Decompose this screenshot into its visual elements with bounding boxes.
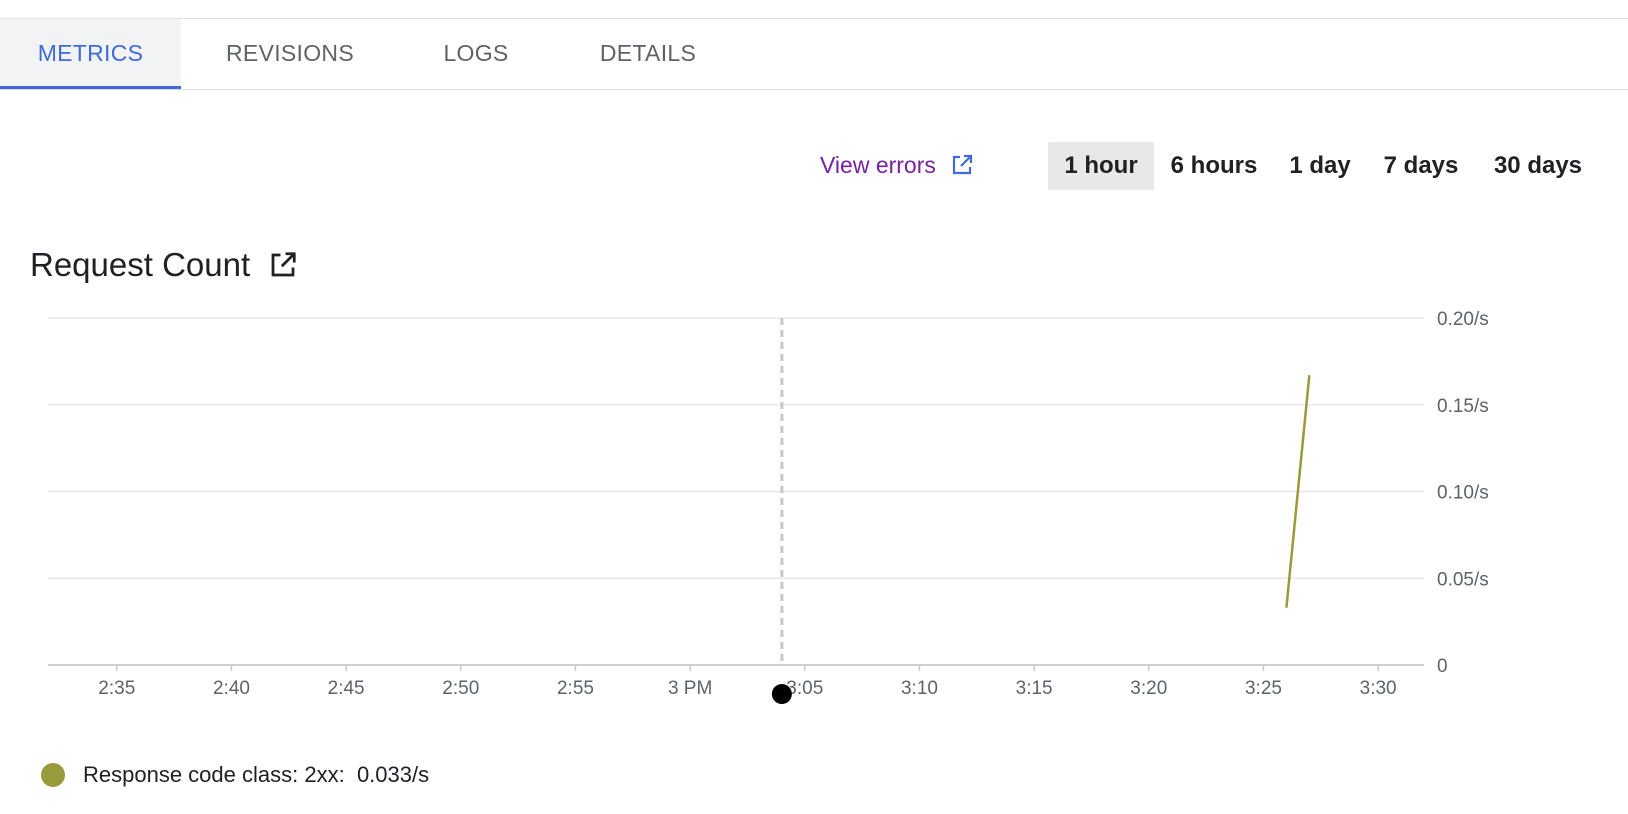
y-tick-label: 0 xyxy=(1437,656,1448,677)
tab-revisions[interactable]: REVISIONS xyxy=(200,19,380,89)
x-tick-label: 3:25 xyxy=(1245,678,1282,699)
tab-metrics[interactable]: METRICS xyxy=(0,19,181,89)
x-tick-label: 2:45 xyxy=(328,678,365,699)
legend-label: Response code class: 2xx: xyxy=(83,762,345,787)
legend-value: 0.033/s xyxy=(356,762,430,787)
request-count-chart[interactable]: 0 0.05/s 0.10/s 0.15/s 0.20/s 2:35 2:40 2:45 2:5… xyxy=(0,310,1628,730)
hover-cursor-dot xyxy=(771,684,792,704)
range-1-hour[interactable]: 1 hour xyxy=(1048,142,1154,190)
x-tick-label: 3:20 xyxy=(1130,678,1167,699)
x-tick-label: 2:40 xyxy=(213,678,250,699)
x-tick-label: 2:35 xyxy=(98,678,135,699)
x-tick-label: 3:30 xyxy=(1360,678,1397,699)
tab-logs[interactable]: LOGS xyxy=(430,19,522,89)
chart-title: Request Count xyxy=(30,246,298,284)
y-tick-label: 0.20/s xyxy=(1437,310,1489,330)
y-tick-label: 0.15/s xyxy=(1437,396,1489,417)
x-tick-label: 2:50 xyxy=(442,678,479,699)
y-tick-label: 0.10/s xyxy=(1437,483,1489,504)
x-tick-label: 3:15 xyxy=(1016,678,1053,699)
external-link-icon xyxy=(950,153,974,177)
view-errors-label: View errors xyxy=(820,151,936,178)
range-7-days[interactable]: 7 days xyxy=(1372,142,1470,190)
view-errors-link[interactable]: View errors xyxy=(820,145,974,185)
chart-title-text: Request Count xyxy=(30,246,251,283)
y-tick-label: 0.05/s xyxy=(1437,569,1489,590)
tab-details[interactable]: DETAILS xyxy=(590,19,706,89)
x-tick-label: 3 PM xyxy=(668,678,712,699)
tab-bar: METRICS REVISIONS LOGS DETAILS xyxy=(0,19,1628,90)
open-in-new-icon[interactable] xyxy=(268,250,298,280)
range-6-hours[interactable]: 6 hours xyxy=(1160,142,1268,190)
legend-swatch xyxy=(41,763,65,787)
x-tick-label: 2:55 xyxy=(557,678,594,699)
x-tick-label: 3:05 xyxy=(786,678,823,699)
range-1-day[interactable]: 1 day xyxy=(1278,142,1362,190)
x-tick-label: 3:10 xyxy=(901,678,938,699)
range-30-days[interactable]: 30 days xyxy=(1482,142,1594,190)
chart-legend: Response code class: 2xx: 0.033/s xyxy=(41,760,429,790)
